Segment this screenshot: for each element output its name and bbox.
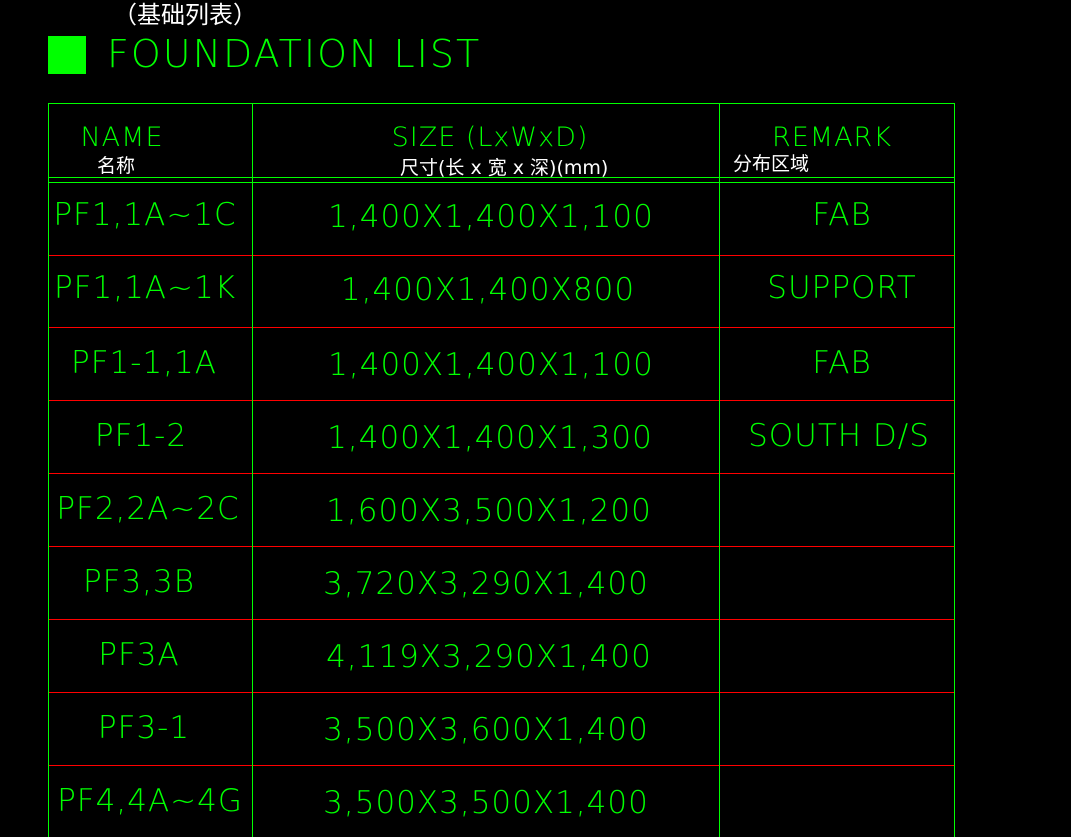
cell-name: PF1-2	[94, 418, 188, 454]
header-name-cn: 名称	[97, 155, 136, 177]
cell-name: PF3A	[98, 637, 180, 673]
cell-size: 3,500X3,500X1,400	[323, 785, 649, 821]
cell-remark: SOUTH D/S	[748, 418, 930, 454]
cell-size: 1,600X3,500X1,200	[326, 493, 652, 529]
cell-name: PF1,1A~1C	[53, 197, 237, 233]
header-remark: REMARK	[771, 122, 893, 153]
cell-name: PF1,1A~1K	[53, 270, 237, 306]
cell-name: PF3-1	[97, 710, 191, 746]
cell-size: 3,720X3,290X1,400	[323, 566, 649, 602]
cell-size: 3,500X3,600X1,400	[323, 712, 649, 748]
header-name: NAME	[80, 122, 164, 153]
cell-remark: FAB	[812, 197, 872, 233]
cell-size: 4,119X3,290X1,400	[326, 639, 652, 675]
header-size: SIZE (LxWxD)	[391, 122, 589, 153]
cell-remark: FAB	[812, 345, 872, 381]
cell-name: PF3,3B	[82, 564, 196, 600]
cell-size: 1,400X1,400X1,300	[327, 420, 653, 456]
header-size-cn: 尺寸(长 x 宽 x 深)(mm)	[400, 157, 609, 179]
cell-name: PF4,4A~4G	[57, 783, 243, 819]
cell-remark: SUPPORT	[767, 270, 917, 306]
cell-size: 1,400X1,400X1,100	[328, 199, 654, 235]
cell-name: PF2,2A~2C	[56, 491, 240, 527]
cell-size: 1,400X1,400X1,100	[328, 347, 654, 383]
cell-size: 1,400X1,400X800	[340, 272, 636, 308]
cell-name: PF1-1,1A	[71, 345, 217, 381]
header-remark-cn: 分布区域	[733, 153, 810, 175]
